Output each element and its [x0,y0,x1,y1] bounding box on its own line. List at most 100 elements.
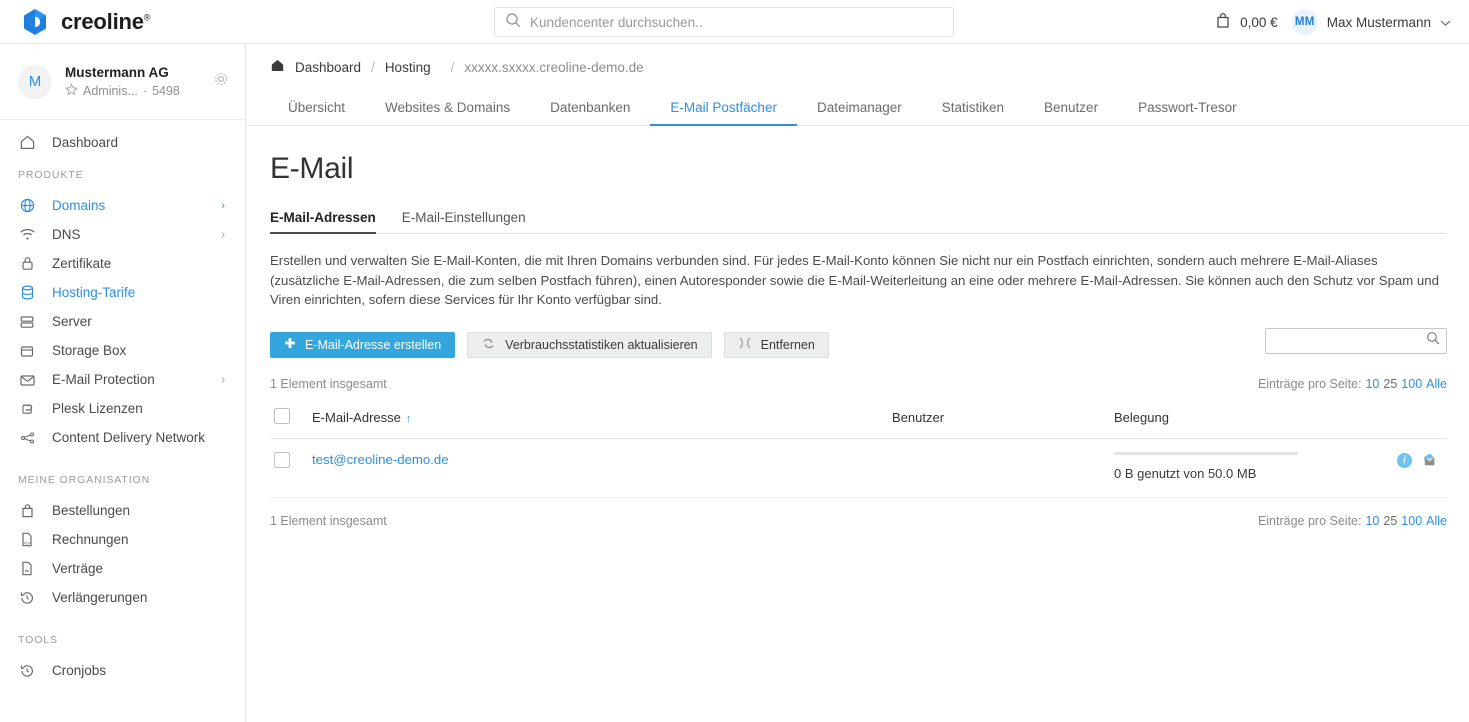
tab-email-postfaecher[interactable]: E-Mail Postfächer [650,100,797,126]
tab-statistiken[interactable]: Statistiken [922,100,1024,125]
organization-meta: Adminis... · 5498 [65,83,200,99]
server-icon [18,313,36,331]
bag-icon [18,502,36,520]
sidebar-item-label: Verträge [52,561,104,576]
email-address-link[interactable]: test@creoline-demo.de [312,452,449,467]
per-page-alle[interactable]: Alle [1426,377,1447,391]
plesk-icon [18,400,36,418]
per-page-10[interactable]: 10 [1365,514,1379,528]
select-all-checkbox[interactable] [274,407,290,424]
tab-websites-domains[interactable]: Websites & Domains [365,100,530,125]
per-page-label: Einträge pro Seite: [1257,513,1362,528]
sidebar-item-bestellungen[interactable]: Bestellungen [0,496,245,525]
section-nav: Übersicht Websites & Domains Datenbanken… [246,88,1469,126]
breadcrumb-current: xxxxx.sxxxx.creoline-demo.de [464,59,644,75]
brand[interactable]: creoline® [0,7,470,37]
breadcrumb-link-hosting[interactable]: Hosting [385,60,431,75]
home-icon[interactable] [270,58,285,76]
organization-switcher[interactable]: M Mustermann AG Adminis... · 5498 [0,44,245,120]
sidebar-nav: Dashboard PRODUKTE Domains › DNS › Zerti… [0,120,245,685]
list-meta-top: 1 Element insgesamt Einträge pro Seite: 1… [270,377,1447,391]
chevron-right-icon: › [221,373,225,386]
organization-separator: · [142,84,148,98]
avatar: MM [1291,9,1318,35]
table-header-row: E-Mail-Adresse ↑ Benutzer Belegung [270,398,1447,439]
sidebar: M Mustermann AG Adminis... · 5498 Dashbo… [0,44,246,722]
tab-datenbanken[interactable]: Datenbanken [530,100,650,125]
sidebar-item-label: Zertifikate [52,256,112,271]
column-header-usage[interactable]: Belegung [1114,398,1447,439]
search-icon[interactable] [1426,331,1440,350]
history-icon [18,662,36,680]
contract-document-icon [18,560,36,578]
refresh-usage-stats-button[interactable]: Verbrauchsstatistiken aktualisieren [467,331,712,358]
sidebar-item-label: Domains [52,198,106,213]
sidebar-section-title: PRODUKTE [18,169,84,181]
list-search[interactable] [1265,327,1447,354]
home-icon [18,134,36,152]
sidebar-item-email-protection[interactable]: E-Mail Protection › [0,365,245,394]
sidebar-item-storage-box[interactable]: Storage Box [0,336,245,365]
list-search-input[interactable] [1274,333,1426,348]
sidebar-item-label: Content Delivery Network [52,430,206,445]
sidebar-item-content-delivery-network[interactable]: Content Delivery Network [0,423,245,452]
breadcrumb-separator: / [371,59,375,75]
pdf-document-icon: PDF [18,531,36,549]
tab-email-adressen[interactable]: E-Mail-Adressen [270,210,376,234]
sidebar-item-label: Rechnungen [52,532,129,547]
breadcrumb-link-dashboard[interactable]: Dashboard [295,60,361,75]
per-page-25[interactable]: 25 [1383,514,1397,528]
page-tabs: E-Mail-Adressen E-Mail-Einstellungen [270,210,1447,234]
sidebar-item-domains[interactable]: Domains › [0,191,245,220]
organization-id: 5498 [152,84,180,98]
sidebar-item-hosting-tarife[interactable]: Hosting-Tarife [0,278,245,307]
page-description: Erstellen und verwalten Sie E-Mail-Konte… [270,253,1439,307]
webmail-envelope-icon[interactable] [1420,452,1437,470]
info-icon[interactable]: i [1397,453,1412,468]
per-page-alle[interactable]: Alle [1426,514,1447,528]
chevron-right-icon: › [221,199,225,212]
sidebar-item-plesk-lizenzen[interactable]: Plesk Lizenzen [0,394,245,423]
column-header-user[interactable]: Benutzer [892,398,1114,439]
database-icon [18,284,36,302]
tab-passwort-tresor[interactable]: Passwort-Tresor [1118,100,1257,125]
tab-uebersicht[interactable]: Übersicht [268,100,365,125]
sidebar-item-cronjobs[interactable]: Cronjobs [0,656,245,685]
table-row: test@creoline-demo.de 0 B genutzt von 50… [270,438,1447,498]
refresh-stats-icon [481,336,496,354]
tab-dateimanager[interactable]: Dateimanager [797,100,922,125]
top-bar: creoline® 0,00 € MM Max Mustermann [0,0,1469,44]
global-search[interactable] [494,7,954,37]
creoline-logo-icon [20,7,50,37]
create-email-address-button[interactable]: E-Mail-Adresse erstellen [270,331,456,358]
remove-button[interactable]: Entfernen [723,331,829,358]
gear-icon[interactable] [213,71,229,92]
sidebar-item-vertraege[interactable]: Verträge [0,554,245,583]
sidebar-item-label: Storage Box [52,343,127,358]
cart-button[interactable]: 0,00 € [1215,12,1278,32]
organization-avatar: M [18,64,52,99]
sidebar-item-dashboard[interactable]: Dashboard [0,128,245,157]
organization-name: Mustermann AG [65,65,169,80]
sidebar-item-zertifikate[interactable]: Zertifikate [0,249,245,278]
row-checkbox[interactable] [274,451,290,468]
remove-label: Entfernen [760,337,815,352]
tab-email-einstellungen[interactable]: E-Mail-Einstellungen [402,210,526,233]
sidebar-item-rechnungen[interactable]: PDF Rechnungen [0,525,245,554]
envelope-icon [18,371,36,389]
breadcrumb-separator: / [450,59,455,75]
sidebar-item-verlaengerungen[interactable]: Verlängerungen [0,583,245,612]
tab-benutzer[interactable]: Benutzer [1024,100,1118,125]
per-page-10[interactable]: 10 [1365,377,1379,391]
per-page-25[interactable]: 25 [1383,377,1397,391]
per-page-100[interactable]: 100 [1401,514,1422,528]
per-page-100[interactable]: 100 [1401,377,1422,391]
column-header-address[interactable]: E-Mail-Adresse ↑ [312,398,892,439]
breadcrumb: Dashboard / Hosting / xxxxx.sxxxx.creoli… [246,44,1469,76]
list-toolbar: E-Mail-Adresse erstellen Verbrauchsstati… [270,327,1447,358]
sidebar-item-dns[interactable]: DNS › [0,220,245,249]
select-all-header [270,398,312,439]
user-menu[interactable]: MM Max Mustermann [1291,9,1451,35]
sidebar-item-server[interactable]: Server [0,307,245,336]
search-input[interactable] [530,14,943,30]
